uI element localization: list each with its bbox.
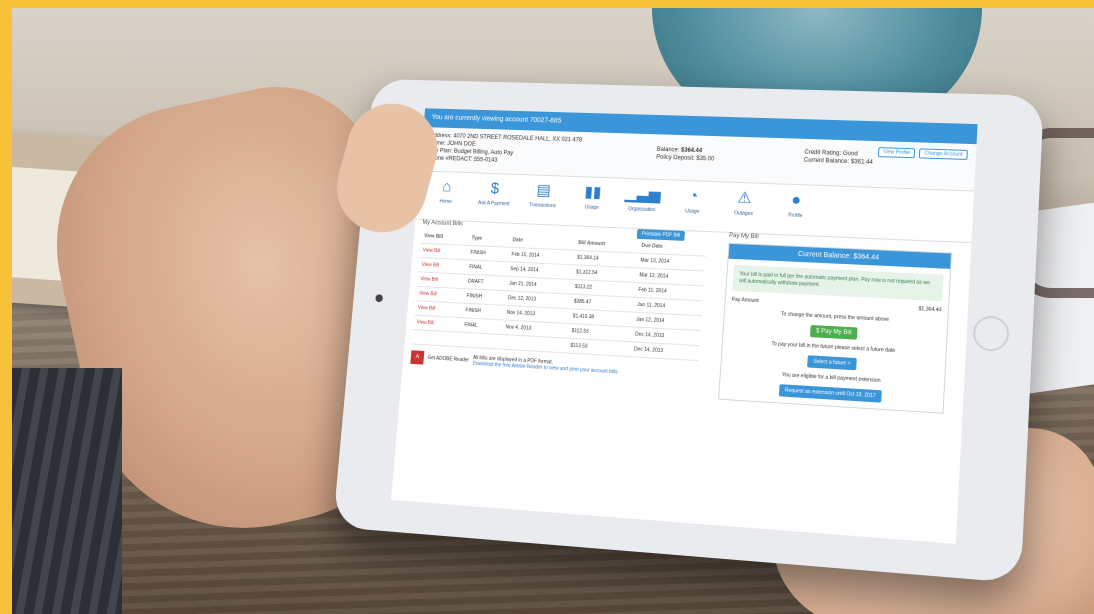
camera-dot <box>375 294 384 303</box>
tablet: You are currently viewing account 70027-… <box>332 78 1044 584</box>
nav-label: Transactions <box>528 202 557 210</box>
cell-due: Dec 14, 2013 <box>630 341 700 361</box>
cell-date <box>501 334 569 353</box>
bar-chart-icon: ▮▮ <box>583 184 602 202</box>
warning-icon: ⚠ <box>736 189 753 208</box>
dollar-icon: $ <box>490 180 500 198</box>
credit-value: Good <box>842 150 858 158</box>
select-future-date-button[interactable]: Select a future > <box>806 355 858 371</box>
autopay-notice: Your bill is paid in full per the automa… <box>732 264 944 302</box>
deposit-label: Policy Deposit: <box>655 154 695 162</box>
change-account-button[interactable]: Change Account <box>919 148 968 160</box>
home-icon: ⌂ <box>441 178 452 196</box>
bills-section: My Account Bills View Bill Type Date Bil… <box>410 220 717 382</box>
nav-transactions[interactable]: ▤ Transactions <box>520 179 567 221</box>
nav-label: Outages <box>733 210 754 218</box>
balance-value: $364.44 <box>680 147 703 155</box>
transactions-icon: ▤ <box>535 182 552 200</box>
credit-block: Credit Rating: Good Current Balance: $36… <box>804 149 874 167</box>
nav-payment[interactable]: $ Ask A Payment <box>471 177 517 219</box>
nav-outages[interactable]: ⚠ Outages <box>720 186 768 229</box>
cell-type <box>459 332 503 350</box>
gauge-icon: ◔ <box>688 187 699 205</box>
view-profile-button[interactable]: View Profile <box>877 147 916 159</box>
nav-label: Home <box>439 198 452 205</box>
nav-profile[interactable]: ● Profile <box>771 188 820 232</box>
current-balance-label: Current Balance: <box>803 157 850 166</box>
nav-label: Usage <box>584 204 599 211</box>
nav-home[interactable]: ⌂ Home <box>423 175 469 217</box>
request-extension-button[interactable]: Request an extension until Oct 18, 2017 <box>778 384 883 403</box>
account-details: Address: 4070 2ND STREET ROSEDALE HALL, … <box>428 132 582 168</box>
current-balance-header: Current Balance: $364.44 <box>728 243 951 269</box>
current-balance-value: $361.44 <box>850 159 873 166</box>
credit-label: Credit Rating: <box>804 149 842 157</box>
balance-label: Balance: <box>656 146 680 154</box>
nav-label: Usage <box>684 208 700 215</box>
nav-label: Ask A Payment <box>477 200 510 208</box>
pay-amount-select[interactable]: Pay Amount <box>732 297 759 304</box>
tablet-screen: You are currently viewing account 70027-… <box>390 108 978 544</box>
home-button[interactable] <box>972 315 1010 353</box>
nav-usage[interactable]: ▮▮ Usage <box>569 181 616 223</box>
name-value: JOHN DOE <box>446 141 476 148</box>
pay-my-bill-button[interactable]: $ Pay My Bill <box>809 324 858 340</box>
photo-scene: You are currently viewing account 70027-… <box>12 8 1094 614</box>
person-icon: ● <box>790 191 802 210</box>
adobe-icon: A <box>410 350 425 365</box>
account-buttons: View Profile Change Account <box>877 147 968 160</box>
deposit-value: $35.00 <box>696 155 715 163</box>
bills-table: View Bill Type Date Bill Amount Due Date… <box>411 229 707 361</box>
cell-view <box>411 329 461 347</box>
pay-panel: Current Balance: $364.44 Your bill is pa… <box>718 242 953 414</box>
pay-amount-value[interactable]: $1,364.44 <box>918 306 942 313</box>
nav-organization[interactable]: ▁▃▅ Organization <box>618 183 665 226</box>
growth-chart-icon: ▁▃▅ <box>624 185 662 204</box>
nav-label: Profile <box>787 212 803 220</box>
balance-block: Balance: $364.44 Policy Deposit: $35.00 <box>656 146 715 163</box>
sleeve <box>12 368 122 614</box>
adobe-reader-link[interactable]: Get ADOBE Reader <box>427 355 469 363</box>
phone-value: 555-0143 <box>473 157 498 164</box>
cell-amount: $113.53 <box>566 338 632 357</box>
pay-section: Pay My Bill Current Balance: $364.44 You… <box>718 233 953 414</box>
nav-usage-gauge[interactable]: ◔ Usage <box>669 184 717 227</box>
